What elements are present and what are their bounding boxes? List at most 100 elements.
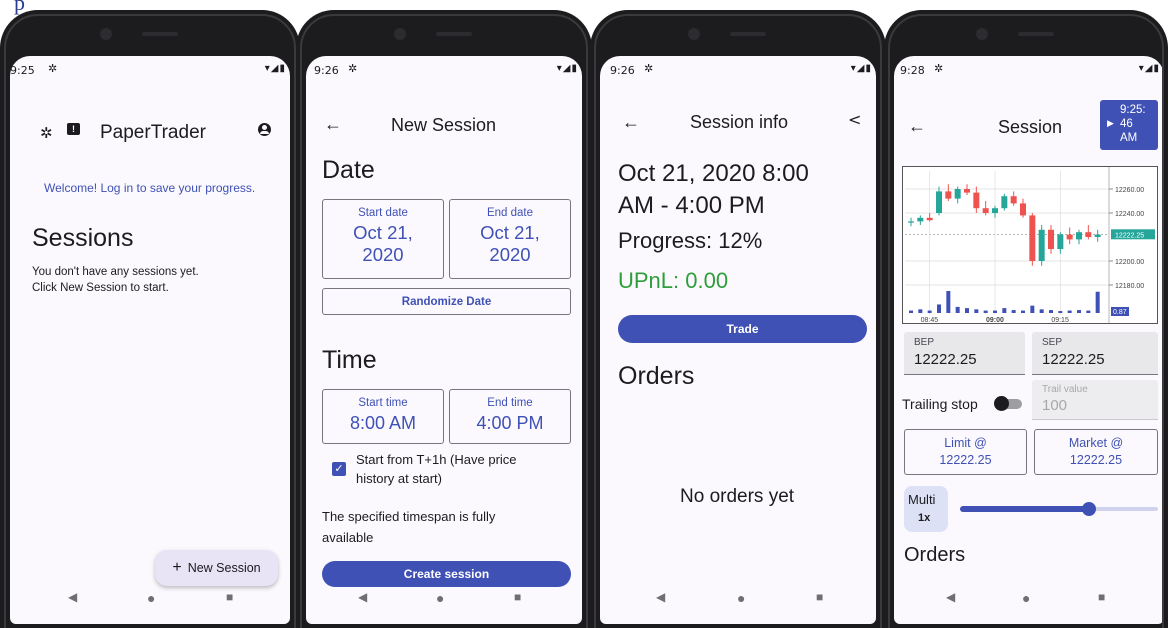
speaker: [436, 32, 472, 36]
nav-back-icon[interactable]: ◀: [358, 590, 367, 604]
empty-state-line-2: Click New Session to start.: [32, 282, 169, 294]
clock-line-2: 46: [1120, 118, 1133, 130]
nav-recents-icon[interactable]: ■: [816, 590, 823, 604]
candle-body: [908, 221, 914, 223]
end-time-picker[interactable]: End time 4:00 PM: [449, 389, 571, 444]
volume-bar: [946, 291, 951, 313]
back-arrow-icon[interactable]: ←: [908, 116, 926, 137]
start-date-label: Start date: [358, 207, 408, 219]
market-order-button[interactable]: Market @ 12222.25: [1034, 429, 1158, 475]
nav-recents-icon[interactable]: ■: [514, 590, 521, 604]
y-tick-label: 12240.00: [1115, 211, 1144, 218]
new-session-label: New Session: [187, 561, 261, 575]
phone-new-session: 9:26 ✲ ▾◢▮ ← New Session Date Start date…: [296, 10, 592, 628]
status-bar: 9:26 ✲ ▾◢▮: [306, 62, 582, 80]
y-tick-label: 12180.00: [1115, 283, 1144, 290]
volume-bar: [1011, 310, 1016, 313]
nav-home-icon[interactable]: ●: [147, 590, 155, 606]
volume-bar: [1077, 310, 1081, 313]
nav-back-icon[interactable]: ◀: [656, 590, 665, 604]
x-tick-label: 09:15: [1051, 317, 1069, 323]
multiplier-chip[interactable]: Multi 1x: [904, 486, 948, 532]
speaker: [1018, 32, 1054, 36]
nav-home-icon[interactable]: ●: [1022, 590, 1030, 606]
sep-field: SEP 12222.25: [1032, 332, 1158, 375]
nav-recents-icon[interactable]: ■: [1098, 590, 1105, 604]
candle-body: [982, 208, 989, 213]
volume-label: 0.87: [1113, 309, 1127, 316]
camera: [394, 28, 406, 40]
candle-body: [1020, 203, 1026, 216]
nav-back-icon[interactable]: ◀: [68, 590, 77, 604]
nav-recents-icon[interactable]: ■: [226, 590, 233, 604]
orders-heading: Orders: [618, 362, 695, 390]
sep-label: SEP: [1042, 337, 1063, 348]
slider-thumb[interactable]: [1081, 502, 1096, 516]
nav-home-icon[interactable]: ●: [737, 590, 745, 606]
end-date-value-line-2: 2020: [489, 244, 531, 265]
volume-bar: [1049, 310, 1053, 313]
status-gear-icon: ✲: [48, 63, 58, 75]
share-icon[interactable]: <: [848, 110, 861, 129]
candle-body: [964, 189, 970, 193]
back-arrow-icon[interactable]: ←: [622, 112, 640, 133]
volume-bar: [955, 306, 960, 313]
candle-body: [945, 191, 952, 199]
start-time-picker[interactable]: Start time 8:00 AM: [322, 389, 444, 444]
start-date-value-line-2: 2020: [362, 244, 404, 265]
volume-bar: [1086, 310, 1091, 313]
randomize-date-button[interactable]: Randomize Date: [322, 288, 571, 315]
screen-title: New Session: [391, 115, 497, 135]
candlestick-chart[interactable]: 12260.00 12240.00 12222.25 12200.00 12180.00…: [903, 167, 1157, 323]
time-heading: Time: [322, 346, 377, 374]
trail-value-field: Trail value 100: [1032, 380, 1158, 420]
trailing-stop-label: Trailing stop: [902, 396, 978, 412]
session-range-line-2: AM - 4:00 PM: [618, 192, 765, 219]
volume-bar: [1039, 309, 1044, 313]
nav-home-icon[interactable]: ●: [436, 590, 444, 606]
volume-bar: [993, 310, 997, 313]
system-nav-bar: ◀ ● ■: [10, 578, 290, 624]
trailing-stop-toggle[interactable]: [994, 396, 1022, 411]
gear-icon[interactable]: ✲: [40, 124, 53, 142]
bep-field: BEP 12222.25: [904, 332, 1025, 375]
upnl-text: UPnL: 0.00: [618, 268, 729, 293]
nav-back-icon[interactable]: ◀: [946, 590, 955, 604]
back-arrow-icon[interactable]: ←: [324, 114, 342, 135]
clock-line-1: 9:25:: [1120, 104, 1146, 116]
signal-battery-icon: ▾◢▮: [1138, 63, 1160, 74]
plus-icon: +: [172, 559, 182, 576]
end-date-value-line-1: Oct 21,: [480, 222, 540, 243]
start-date-picker[interactable]: Start date Oct 21, 2020: [322, 199, 444, 279]
feedback-icon[interactable]: !: [67, 123, 80, 135]
bep-label: BEP: [914, 337, 935, 348]
clock-line-3: AM: [1120, 132, 1138, 144]
session-range-line-1: Oct 21, 2020 8:00: [618, 160, 809, 187]
limit-order-button[interactable]: Limit @ 12222.25: [904, 429, 1027, 475]
status-gear-icon: ✲: [644, 63, 654, 75]
account-icon[interactable]: [258, 123, 271, 136]
end-date-picker[interactable]: End date Oct 21, 2020: [449, 199, 571, 279]
price-chart[interactable]: 12260.00 12240.00 12222.25 12200.00 12180.00…: [902, 166, 1158, 324]
trade-button[interactable]: Trade: [618, 315, 867, 343]
trade-label: Trade: [726, 322, 759, 336]
playback-clock-button[interactable]: ▶ 9:25: 46 AM: [1100, 100, 1158, 150]
login-prompt-link[interactable]: Welcome! Log in to save your progress.: [44, 180, 255, 196]
slider-track-active: [960, 506, 1089, 512]
session-info-screen: 9:26 ✲ ▾◢▮ ← Session info < Oct 21, 2020…: [600, 56, 876, 624]
phone-session-info: 9:26 ✲ ▾◢▮ ← Session info < Oct 21, 2020…: [590, 10, 886, 628]
volume-bar: [927, 310, 932, 313]
availability-line-1: The specified timespan is fully: [322, 509, 496, 524]
candle-body: [1010, 196, 1017, 204]
randomize-date-label: Randomize Date: [401, 296, 492, 308]
session-trading-screen: 9:28 ✲ ▾◢▮ ← Session ▶ 9:25: 46 AM 12260…: [894, 56, 1164, 624]
multiplier-slider[interactable]: [960, 502, 1158, 516]
candle-body: [1029, 215, 1036, 261]
empty-state-line-1: You don't have any sessions yet.: [32, 266, 199, 278]
speaker: [142, 32, 178, 36]
phone-sessions: 9:25 ✲ ▾◢▮ ✲ ! PaperTrader Welcome! Log …: [0, 10, 300, 628]
volume-bar: [983, 310, 988, 313]
volume-bar: [1030, 305, 1035, 313]
start-offset-checkbox[interactable]: ✓: [332, 462, 346, 476]
system-nav-bar: ◀ ● ■: [894, 578, 1164, 624]
